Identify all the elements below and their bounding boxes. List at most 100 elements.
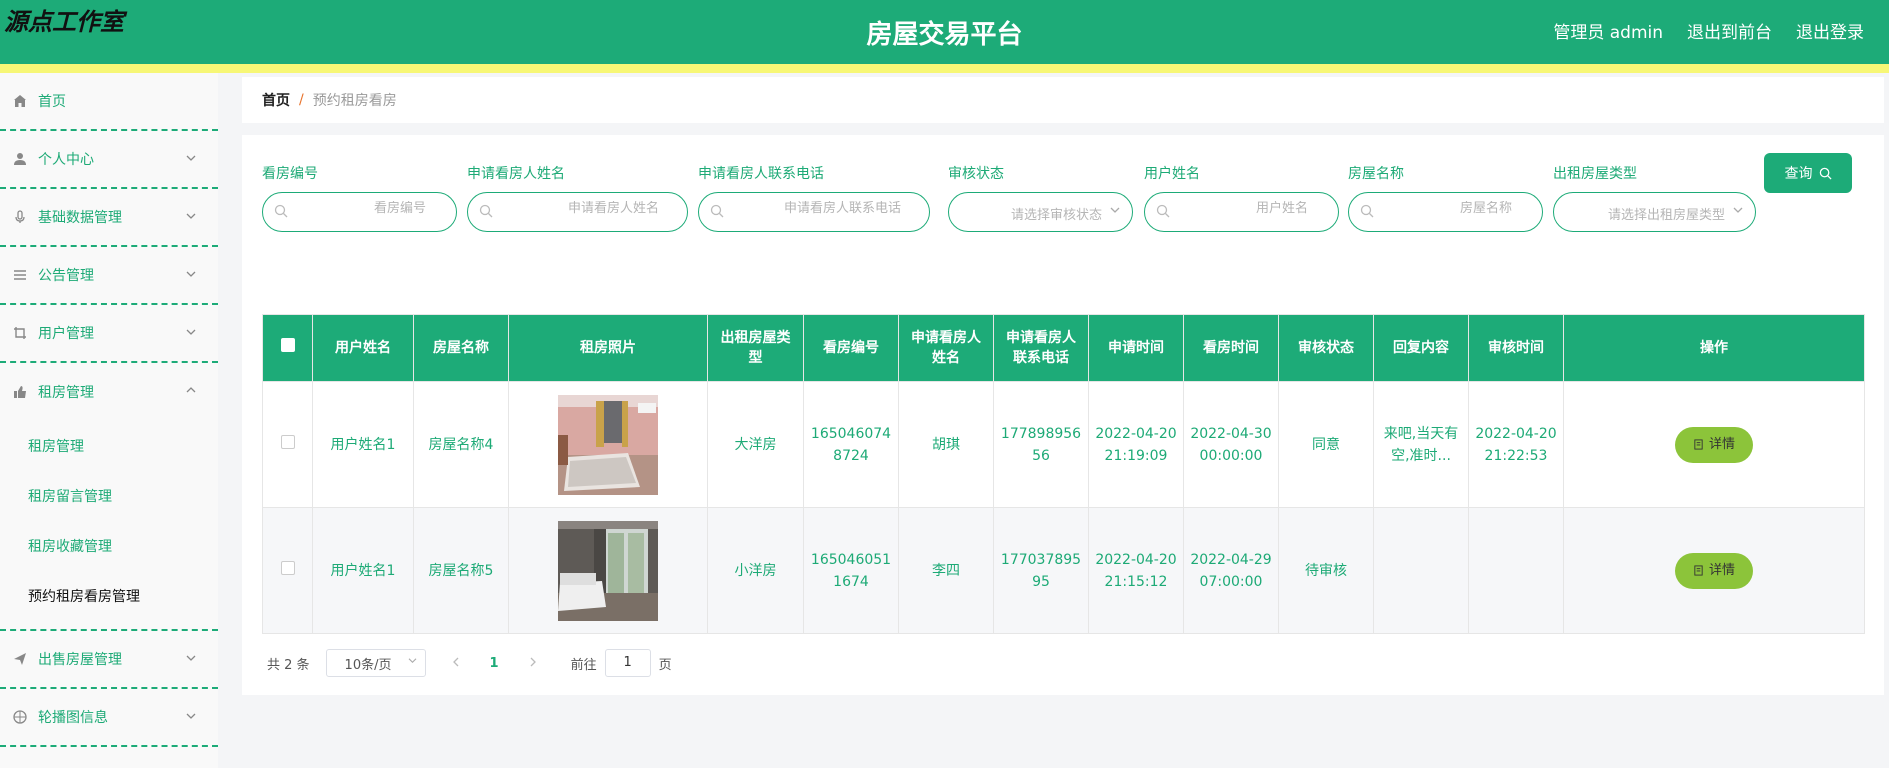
rental-submenu: 租房管理 租房留言管理 租房收藏管理 预约租房看房管理 bbox=[0, 421, 218, 631]
bedroom-pink-photo[interactable] bbox=[558, 394, 658, 495]
microphone-icon bbox=[12, 209, 28, 225]
breadcrumb-current: 预约租房看房 bbox=[312, 93, 397, 109]
search-icon bbox=[1156, 204, 1170, 218]
search-icon bbox=[479, 204, 493, 218]
search-icon bbox=[1360, 204, 1374, 218]
column-header: 审核状态 bbox=[1278, 314, 1374, 382]
document-icon bbox=[1694, 565, 1703, 576]
applicant-name-field bbox=[467, 192, 688, 232]
row-checkbox[interactable] bbox=[280, 560, 295, 575]
cell-applicant-phone: 17789895656 bbox=[993, 381, 1089, 508]
audit-status-select[interactable]: 请选择审核状态 bbox=[948, 192, 1133, 232]
column-header: 申请看房人姓名 bbox=[898, 314, 994, 382]
prev-page-button[interactable] bbox=[452, 655, 460, 671]
bedroom-window-photo[interactable] bbox=[558, 520, 658, 621]
detail-button[interactable]: 详情 bbox=[1674, 552, 1753, 589]
column-header: 看房编号 bbox=[803, 314, 899, 382]
chevron-down-icon bbox=[186, 709, 196, 723]
exit-to-front-link[interactable]: 退出到前台 bbox=[1687, 18, 1772, 43]
admin-user-label: 管理员 admin bbox=[1553, 23, 1663, 43]
query-button-label: 查询 bbox=[1784, 166, 1813, 182]
cell-photo bbox=[508, 507, 708, 634]
applicant-phone-input[interactable] bbox=[721, 201, 901, 216]
column-header: 操作 bbox=[1563, 314, 1865, 382]
next-page-button[interactable] bbox=[529, 655, 537, 671]
chevron-left-icon bbox=[452, 657, 459, 667]
document-icon bbox=[1694, 439, 1703, 450]
chevron-down-icon bbox=[408, 656, 417, 667]
list-icon bbox=[12, 267, 28, 283]
house-name-input[interactable] bbox=[1376, 201, 1512, 216]
cell-house-type: 小洋房 bbox=[707, 507, 804, 634]
cell-house-name: 房屋名称4 bbox=[413, 381, 509, 508]
column-header: 申请看房人联系电话 bbox=[993, 314, 1089, 382]
sidebar-item-sale[interactable]: 出售房屋管理 bbox=[0, 631, 218, 689]
sidebar-item-label: 公告管理 bbox=[38, 268, 94, 284]
sidebar-item-home[interactable]: 首页 bbox=[0, 73, 218, 131]
top-header: 源点工作室 房屋交易平台 管理员 admin 退出到前台 退出登录 bbox=[0, 0, 1889, 64]
detail-button[interactable]: 详情 bbox=[1674, 426, 1753, 463]
row-checkbox[interactable] bbox=[280, 434, 295, 449]
sidebar-item-base-data[interactable]: 基础数据管理 bbox=[0, 189, 218, 247]
applicant-name-input[interactable] bbox=[505, 201, 659, 216]
table-row: 用户姓名1 房屋名称4 大洋房 1650460748724 胡琪 1778989… bbox=[262, 381, 1865, 508]
select-all-checkbox[interactable] bbox=[280, 338, 295, 352]
chevron-down-icon bbox=[186, 267, 196, 281]
chevron-down-icon bbox=[186, 209, 196, 223]
sidebar-item-profile[interactable]: 个人中心 bbox=[0, 131, 218, 189]
sidebar-item-carousel[interactable]: 轮播图信息 bbox=[0, 689, 218, 747]
user-name-field bbox=[1144, 192, 1339, 232]
chevron-right-icon bbox=[530, 657, 536, 667]
cell-photo bbox=[508, 381, 708, 508]
page-number-current[interactable]: 1 bbox=[490, 656, 499, 671]
sidebar-item-notice[interactable]: 公告管理 bbox=[0, 247, 218, 305]
submenu-item-rental[interactable]: 租房管理 bbox=[0, 421, 218, 471]
goto-label: 前往 bbox=[570, 657, 597, 673]
page-size-value: 10条/页 bbox=[344, 657, 392, 673]
sidebar-item-rental[interactable]: 租房管理 bbox=[0, 363, 218, 421]
filter-label: 用户姓名 bbox=[1144, 166, 1200, 182]
cell-reply: 来吧,当天有空,准时... bbox=[1373, 381, 1469, 508]
submenu-item-rental-messages[interactable]: 租房留言管理 bbox=[0, 471, 218, 521]
chevron-down-icon bbox=[186, 651, 196, 665]
column-header: 房屋名称 bbox=[413, 314, 509, 382]
send-icon bbox=[12, 651, 28, 667]
cell-user-name: 用户姓名1 bbox=[312, 507, 414, 634]
crop-icon bbox=[12, 325, 28, 341]
applicant-phone-field bbox=[698, 192, 930, 232]
column-header: 租房照片 bbox=[508, 314, 708, 382]
thumb-up-icon bbox=[12, 384, 28, 400]
cell-audit-time: 2022-04-20 21:22:53 bbox=[1468, 381, 1564, 508]
cell-viewing-no: 1650460748724 bbox=[803, 381, 899, 508]
detail-button-label: 详情 bbox=[1708, 562, 1735, 578]
goto-page-input[interactable]: 1 bbox=[604, 649, 651, 677]
detail-button-label: 详情 bbox=[1708, 436, 1735, 452]
sidebar-item-label: 出售房屋管理 bbox=[38, 652, 122, 668]
submenu-item-viewing-appointments[interactable]: 预约租房看房管理 bbox=[0, 571, 218, 621]
filter-label: 申请看房人姓名 bbox=[467, 166, 565, 182]
globe-icon bbox=[12, 709, 28, 725]
sidebar-item-users[interactable]: 用户管理 bbox=[0, 305, 218, 363]
page-size-select[interactable]: 10条/页 bbox=[325, 649, 426, 677]
filter-label: 审核状态 bbox=[948, 166, 1004, 182]
sidebar-item-label: 用户管理 bbox=[38, 326, 94, 342]
column-header: 申请时间 bbox=[1088, 314, 1184, 382]
cell-applicant-name: 李四 bbox=[898, 507, 994, 634]
goto-suffix: 页 bbox=[658, 657, 672, 673]
submenu-item-rental-favorites[interactable]: 租房收藏管理 bbox=[0, 521, 218, 571]
cell-actions: 详情 bbox=[1563, 507, 1865, 634]
house-type-select[interactable]: 请选择出租房屋类型 bbox=[1553, 192, 1756, 232]
query-button[interactable]: 查询 bbox=[1764, 153, 1852, 193]
logout-link[interactable]: 退出登录 bbox=[1796, 18, 1864, 43]
chevron-down-icon bbox=[186, 325, 196, 339]
chevron-down-icon bbox=[1733, 203, 1743, 217]
viewing-no-field bbox=[262, 192, 457, 232]
breadcrumb-home[interactable]: 首页 bbox=[262, 90, 290, 110]
cell-apply-time: 2022-04-20 21:15:12 bbox=[1088, 507, 1184, 634]
cell-actions: 详情 bbox=[1563, 381, 1865, 508]
user-name-input[interactable] bbox=[1172, 201, 1308, 216]
viewing-no-input[interactable] bbox=[290, 201, 426, 216]
cell-applicant-name: 胡琪 bbox=[898, 381, 994, 508]
cell-viewing-time: 2022-04-30 00:00:00 bbox=[1183, 381, 1279, 508]
column-header: 审核时间 bbox=[1468, 314, 1564, 382]
